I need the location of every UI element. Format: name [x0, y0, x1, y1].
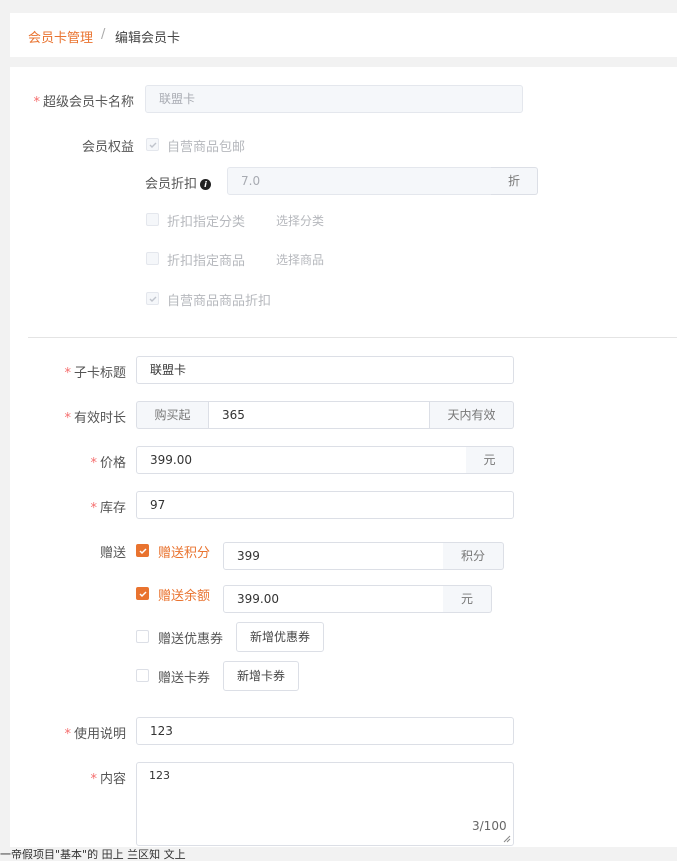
form-card: * 超级会员卡名称 联盟卡 会员权益 自营商品包邮 会员折扣 i 7.0 折 折扣指… — [10, 67, 677, 847]
gift-card-coupon-text: 赠送卡券 — [158, 671, 211, 686]
add-card-coupon-button[interactable]: 新增卡券 — [223, 661, 299, 691]
content-textarea[interactable]: 123 — [136, 762, 514, 846]
content-char-count: 3/100 — [472, 819, 507, 833]
super-card-name-input[interactable]: 联盟卡 — [145, 85, 523, 113]
validity-label: * 有效时长 — [64, 411, 126, 426]
stock-label: * 库存 — [90, 501, 126, 516]
price-input[interactable]: 399.00 — [136, 446, 467, 474]
gift-balance-checkbox[interactable] — [136, 587, 149, 600]
breadcrumb-parent-link[interactable]: 会员卡管理 — [28, 27, 93, 46]
discount-category-text: 折扣指定分类 — [167, 215, 246, 230]
sub-title-label: * 子卡标题 — [64, 366, 126, 381]
footer-text: 一帝假项目"基本"的 田上 兰区知 文上 — [0, 849, 186, 861]
gift-card-coupon-checkbox[interactable] — [136, 669, 149, 682]
gift-label: 赠送 — [99, 546, 126, 561]
gift-balance-text: 赠送余额 — [158, 589, 211, 604]
price-unit-addon: 元 — [466, 446, 514, 474]
gift-coupon-text: 赠送优惠券 — [158, 632, 224, 647]
self-discount-text: 自营商品商品折扣 — [167, 294, 272, 309]
self-discount-checkbox[interactable] — [146, 292, 159, 305]
validity-days-input[interactable]: 365 — [208, 401, 430, 429]
breadcrumb-bar: 会员卡管理 / 编辑会员卡 — [10, 13, 677, 57]
gift-points-text: 赠送积分 — [158, 546, 211, 561]
breadcrumb-current: 编辑会员卡 — [115, 31, 181, 46]
gift-points-checkbox[interactable] — [136, 544, 149, 557]
discount-label: 会员折扣 i — [145, 173, 212, 192]
gift-points-input[interactable]: 399 — [223, 542, 444, 570]
benefits-label: 会员权益 — [81, 140, 134, 155]
price-label: * 价格 — [90, 456, 126, 471]
usage-input[interactable]: 123 — [136, 717, 514, 745]
sub-title-input[interactable]: 联盟卡 — [136, 356, 514, 384]
discount-goods-checkbox[interactable] — [146, 252, 159, 265]
content-label: * 内容 — [90, 772, 126, 787]
resize-handle-icon[interactable] — [503, 835, 511, 843]
info-icon: i — [200, 179, 212, 190]
choose-goods-link[interactable]: 选择商品 — [276, 251, 324, 268]
self-shipping-checkbox[interactable] — [146, 138, 159, 151]
validity-prefix-addon: 购买起 — [136, 401, 208, 429]
self-shipping-text: 自营商品包邮 — [167, 140, 246, 155]
gift-coupon-checkbox[interactable] — [136, 630, 149, 643]
discount-input[interactable]: 7.0 — [227, 167, 492, 195]
discount-goods-text: 折扣指定商品 — [167, 254, 246, 269]
gift-balance-input[interactable]: 399.00 — [223, 585, 444, 613]
usage-label: * 使用说明 — [64, 727, 126, 742]
stock-input[interactable]: 97 — [136, 491, 514, 519]
choose-category-link[interactable]: 选择分类 — [276, 212, 324, 229]
section-divider — [28, 337, 677, 338]
add-coupon-button[interactable]: 新增优惠券 — [236, 622, 324, 652]
super-card-name-label: * 超级会员卡名称 — [33, 95, 134, 110]
discount-category-checkbox[interactable] — [146, 213, 159, 226]
validity-suffix-addon: 天内有效 — [430, 401, 514, 429]
gift-points-unit-addon: 积分 — [443, 542, 504, 570]
gift-balance-unit-addon: 元 — [443, 585, 492, 613]
discount-unit-addon: 折 — [491, 167, 538, 195]
breadcrumb-separator: / — [101, 27, 106, 42]
